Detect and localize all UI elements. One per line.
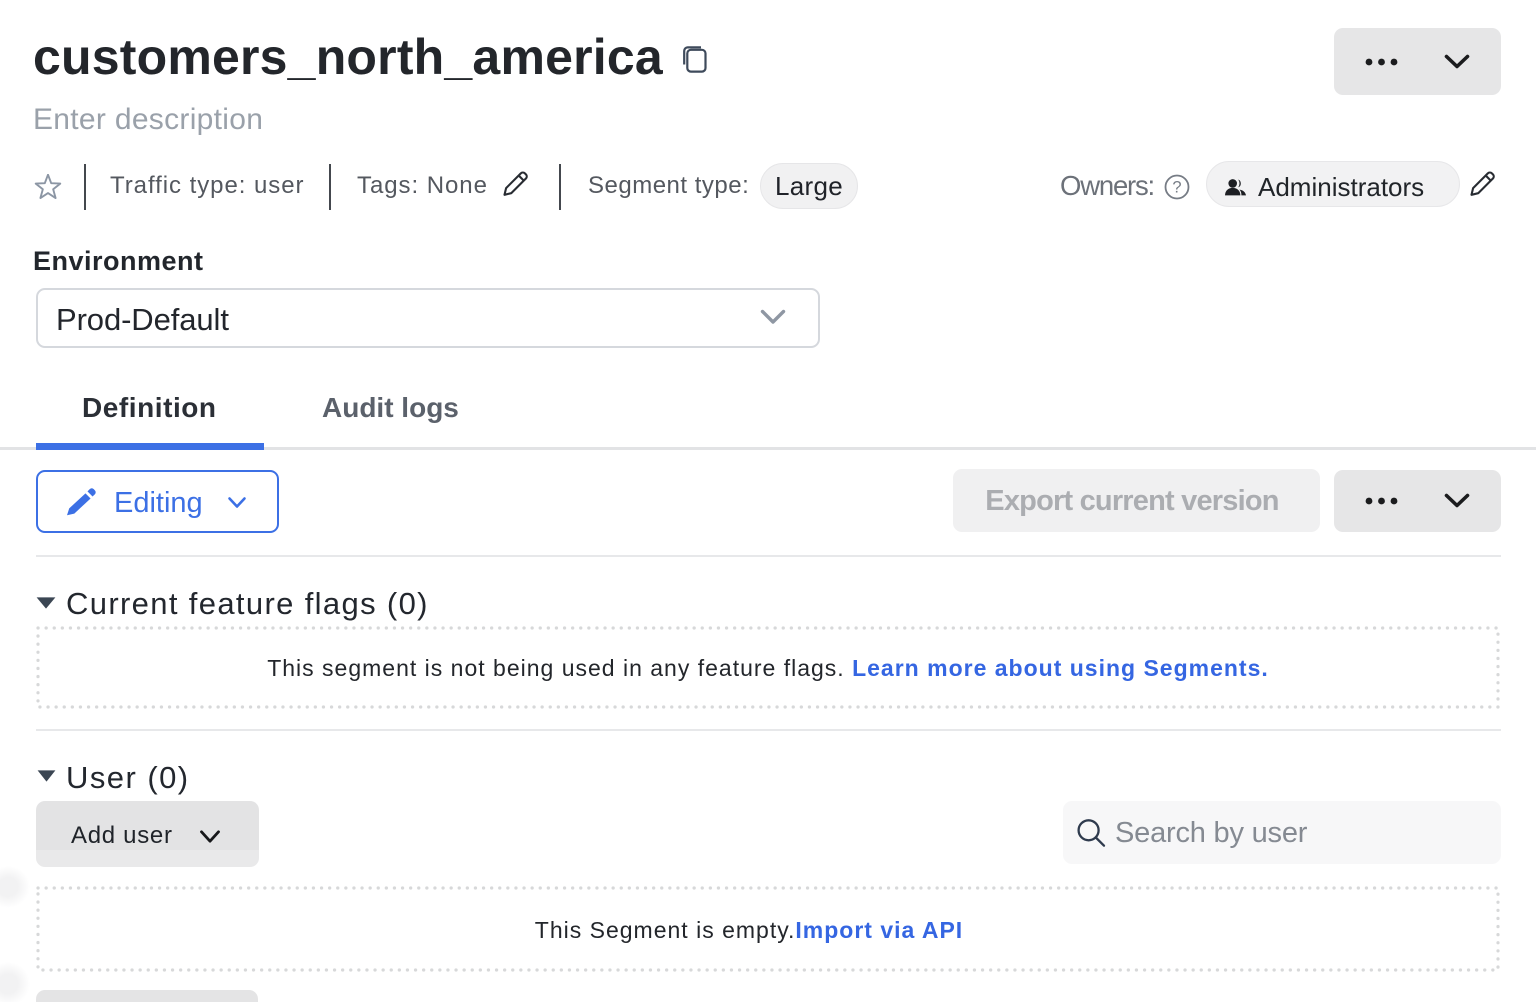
svg-text:?: ? <box>1172 178 1181 196</box>
